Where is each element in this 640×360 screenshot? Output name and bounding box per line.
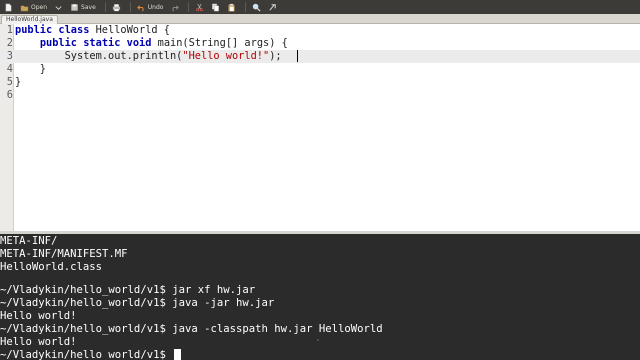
- open-folder-icon: [20, 4, 29, 11]
- paste-icon: [228, 3, 236, 12]
- redo-icon: [172, 4, 180, 11]
- mouse-pointer-dot: [317, 339, 319, 341]
- copy-button[interactable]: [209, 1, 222, 13]
- text-caret: [297, 50, 298, 62]
- line-number: 1: [6, 24, 13, 36]
- line-number: 3: [6, 50, 13, 62]
- open-label: Open: [31, 3, 48, 11]
- print-button[interactable]: [110, 1, 123, 13]
- terminal-line: HelloWorld.class: [0, 261, 103, 273]
- line-number: 6: [6, 89, 13, 101]
- toolbar-separator: [104, 2, 106, 12]
- print-icon: [112, 3, 120, 11]
- toolbar-separator: [245, 2, 247, 12]
- save-label: Save: [81, 3, 96, 11]
- code-line-1: 1 public class HelloWorld {: [0, 24, 640, 37]
- terminal-cursor: [174, 349, 181, 360]
- find-button[interactable]: [250, 1, 263, 13]
- gedit-window: Open Save Undo HelloWorld.java 1 public …: [0, 0, 640, 360]
- code-text: }: [15, 76, 22, 88]
- cut-button[interactable]: [193, 1, 206, 13]
- chevron-down-icon: [55, 5, 62, 10]
- undo-icon: [136, 4, 144, 11]
- code-line-4: 4 }: [0, 63, 640, 76]
- line-number: 5: [6, 76, 13, 88]
- terminal-panel[interactable]: META-INF/ META-INF/MANIFEST.MF HelloWorl…: [0, 234, 640, 360]
- redo-button[interactable]: [168, 1, 181, 13]
- save-button[interactable]: Save: [68, 1, 98, 13]
- open-button[interactable]: Open: [18, 1, 49, 13]
- copy-icon: [212, 3, 220, 11]
- code-line-6: 6: [0, 89, 640, 102]
- undo-label: Undo: [147, 3, 164, 11]
- line-number: 4: [6, 63, 13, 75]
- code-text: System.out.println("Hello world!");: [15, 50, 282, 62]
- code-text: public static void main(String[] args) {: [39, 37, 288, 49]
- toolbar: Open Save Undo: [0, 0, 640, 14]
- code-text: public class HelloWorld {: [15, 24, 170, 36]
- scissors-icon: [196, 3, 204, 11]
- toolbar-separator: [188, 2, 190, 12]
- code-line-5: 5 }: [0, 76, 640, 89]
- code-line-2: 2 public static void main(String[] args)…: [0, 37, 640, 50]
- toolbar-separator: [129, 2, 131, 12]
- new-file-icon: [5, 3, 12, 11]
- new-file-button[interactable]: [2, 1, 15, 13]
- open-dropdown-button[interactable]: [52, 1, 65, 13]
- find-replace-icon: [269, 3, 277, 11]
- find-replace-button[interactable]: [266, 1, 279, 13]
- terminal-prompt-line: ~/Vladykin/hello_world/v1$: [0, 349, 173, 360]
- document-tabs: HelloWorld.java: [0, 14, 640, 25]
- code-line-3: 3 System.out.println("Hello world!");: [0, 50, 640, 63]
- save-icon: [71, 3, 78, 11]
- line-number: 2: [6, 37, 13, 49]
- undo-button[interactable]: Undo: [135, 1, 166, 13]
- paste-button[interactable]: [225, 1, 238, 13]
- search-icon: [253, 3, 261, 12]
- code-text: }: [15, 63, 46, 75]
- code-editor[interactable]: 1 public class HelloWorld { 2 public sta…: [0, 24, 640, 231]
